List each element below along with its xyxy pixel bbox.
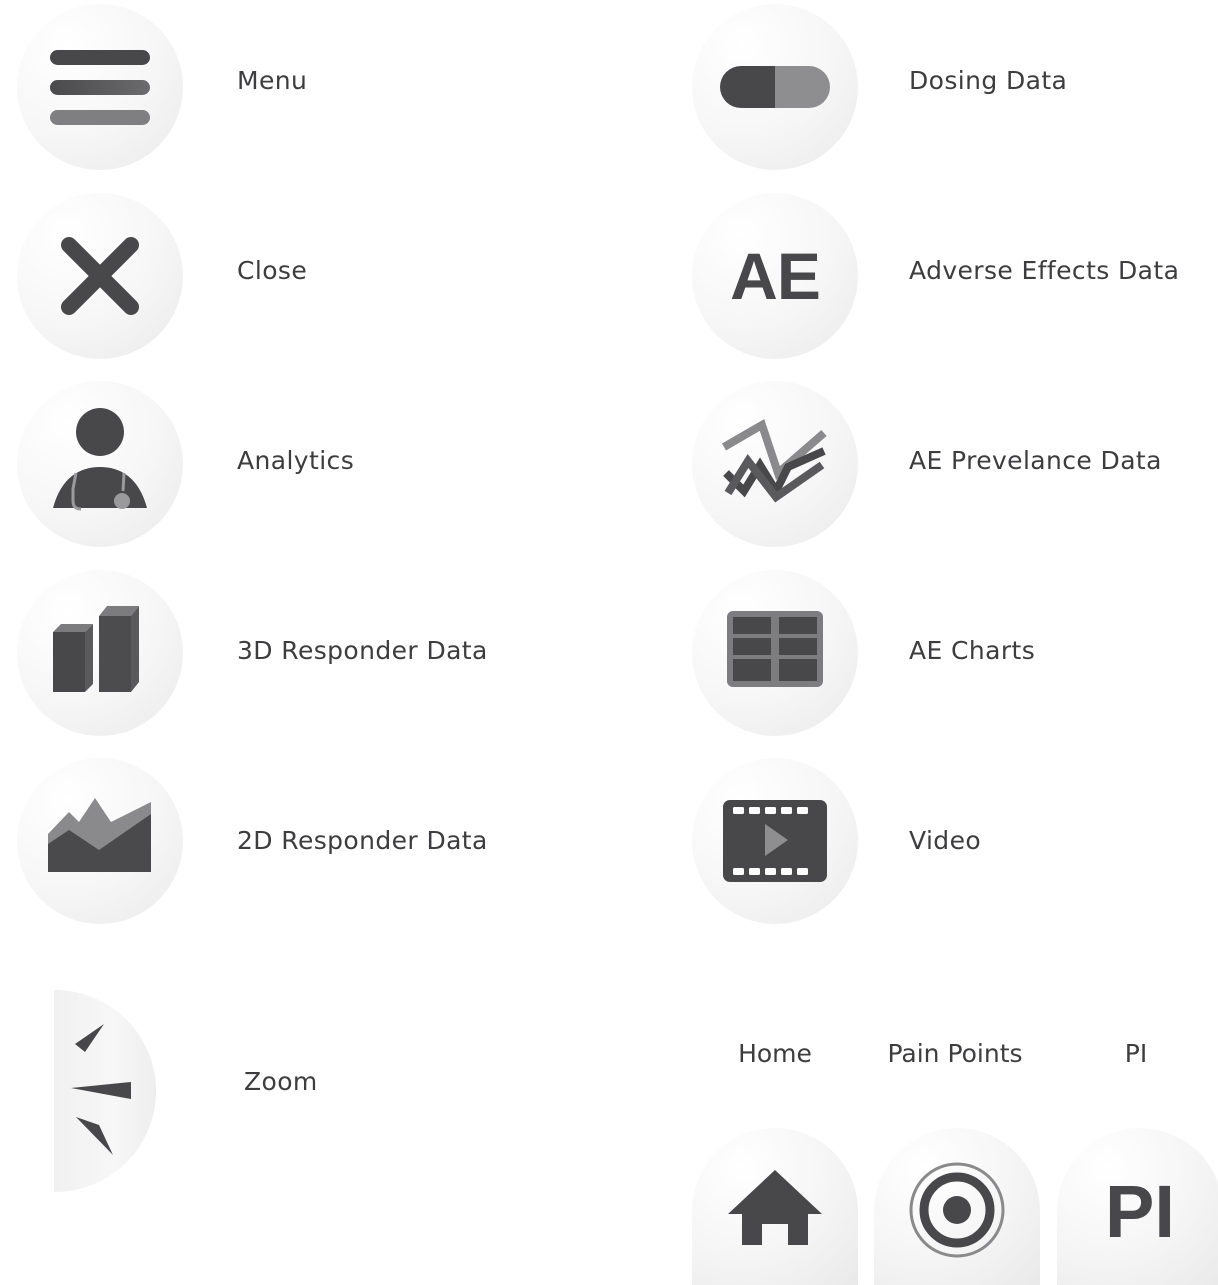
film-play-icon (692, 758, 858, 924)
bar-chart-3d-icon (17, 570, 183, 736)
doctor-icon (17, 381, 183, 547)
tab-label-pain-points: Pain Points (887, 1039, 1023, 1068)
dosing-data-label: Dosing Data (909, 66, 1068, 95)
target-icon (909, 1162, 1005, 1258)
zoom-label: Zoom (244, 1067, 318, 1096)
close-label: Close (237, 256, 308, 285)
3d-responder-label: 3D Responder Data (237, 636, 488, 665)
tab-home[interactable] (692, 1128, 858, 1285)
tab-pain-points[interactable] (874, 1128, 1040, 1285)
ae-prevalence-label: AE Prevelance Data (909, 446, 1162, 475)
menu-icon (17, 4, 183, 170)
home-icon (728, 1170, 822, 1245)
2d-responder-label: 2D Responder Data (237, 826, 488, 855)
tab-label-home: Home (738, 1039, 812, 1068)
close-icon (17, 193, 183, 359)
pill-icon (692, 4, 858, 170)
table-icon (692, 570, 858, 736)
area-chart-icon (17, 758, 183, 924)
ae-icon: AE (692, 193, 858, 359)
tab-label-pi: PI (1124, 1039, 1148, 1068)
video-label: Video (909, 826, 982, 855)
line-chart-icon (692, 381, 858, 547)
analytics-label: Analytics (237, 446, 355, 475)
pi-icon: PI (1105, 1169, 1175, 1253)
tab-pi[interactable]: PI (1057, 1128, 1218, 1285)
menu-label: Menu (237, 66, 308, 95)
ae-charts-label: AE Charts (909, 636, 1036, 665)
zoom-icon (54, 990, 156, 1192)
ae-glyph: AE (730, 239, 821, 313)
adverse-effects-label: Adverse Effects Data (909, 256, 1180, 285)
